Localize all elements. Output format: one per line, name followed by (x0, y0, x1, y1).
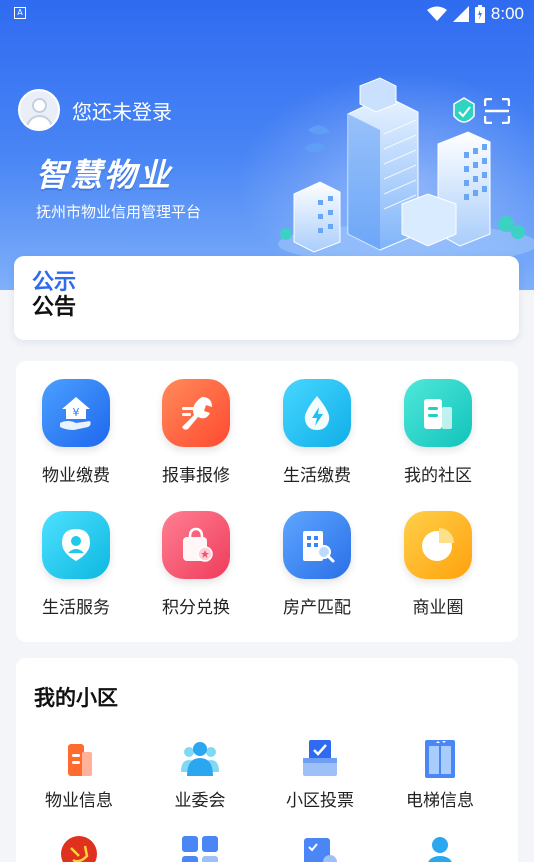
community-item-committee[interactable]: 业委会 (140, 738, 260, 811)
avatar-icon[interactable] (18, 89, 60, 131)
header-banner: A 8:00 您还未登录 智慧物业 抚州市物业信用管理平台 (0, 0, 534, 290)
service-label: 我的社区 (404, 466, 472, 486)
login-entry[interactable]: 您还未登录 (18, 89, 172, 131)
elevator-icon[interactable] (419, 738, 461, 780)
community-item-vote[interactable]: 小区投票 (260, 738, 380, 811)
notice-label-line1: 公示 (32, 270, 77, 295)
community-item-label: 物业信息 (45, 791, 113, 811)
city-buildings-illustration (278, 77, 534, 260)
community-item-label: 小区投票 (286, 791, 354, 811)
person-icon[interactable] (420, 834, 460, 862)
service-label: 房产匹配 (283, 598, 351, 618)
battery-icon (474, 5, 485, 23)
notice-bar[interactable]: 公示 公告 (14, 256, 519, 340)
life-service-icon[interactable] (42, 511, 110, 579)
checklist-icon[interactable] (300, 834, 340, 862)
service-label: 商业圈 (412, 598, 464, 618)
vote-box-icon[interactable] (299, 738, 341, 780)
section-title: 我的小区 (34, 686, 118, 710)
service-life-payment[interactable]: 生活缴费 (257, 379, 377, 486)
svg-text:¥: ¥ (73, 406, 80, 419)
points-bag-icon[interactable] (162, 511, 230, 579)
service-label: 生活缴费 (283, 466, 351, 486)
service-repair[interactable]: 报事报修 (136, 379, 256, 486)
login-status-text[interactable]: 您还未登录 (72, 96, 172, 125)
signal-icon (452, 6, 469, 22)
estate-search-icon[interactable] (283, 511, 351, 579)
service-life-service[interactable]: 生活服务 (16, 511, 136, 618)
service-business-circle[interactable]: 商业圈 (378, 511, 498, 618)
services-grid: ¥ 物业缴费 报事报修 生活缴费 我的社区 生活服务 积分兑换 房产匹配 商业圈 (16, 361, 518, 642)
community-item-label: 业委会 (174, 791, 226, 811)
property-info-icon[interactable] (58, 738, 100, 780)
service-label: 物业缴费 (42, 466, 110, 486)
wifi-icon (426, 6, 447, 21)
community-item-property-info[interactable]: 物业信息 (19, 738, 139, 811)
service-label: 生活服务 (42, 598, 110, 618)
notice-label-line2: 公告 (32, 295, 77, 320)
status-time: 8:00 (490, 4, 524, 23)
brand-subtitle: 抚州市物业信用管理平台 (36, 203, 202, 221)
status-indicator: A (14, 7, 26, 19)
service-estate-match[interactable]: 房产匹配 (257, 511, 377, 618)
community-item-label: 电梯信息 (406, 791, 474, 811)
apps-grid-icon[interactable] (180, 834, 220, 862)
service-property-fee[interactable]: ¥ 物业缴费 (16, 379, 136, 486)
community-item-checklist[interactable] (260, 834, 380, 862)
community-item-person[interactable] (380, 834, 500, 862)
status-bar: A 8:00 (0, 0, 534, 28)
community-item-grid[interactable] (140, 834, 260, 862)
water-drop-icon[interactable] (283, 379, 351, 447)
community-item-party[interactable] (19, 834, 139, 862)
property-fee-icon[interactable]: ¥ (42, 379, 110, 447)
repair-wrench-icon[interactable] (162, 379, 230, 447)
service-label: 积分兑换 (162, 598, 230, 618)
community-item-elevator[interactable]: 电梯信息 (380, 738, 500, 811)
service-label: 报事报修 (162, 466, 230, 486)
community-building-icon[interactable] (404, 379, 472, 447)
service-points-exchange[interactable]: 积分兑换 (136, 511, 256, 618)
service-my-community[interactable]: 我的社区 (378, 379, 498, 486)
committee-people-icon[interactable] (179, 738, 221, 780)
party-emblem-icon[interactable] (59, 834, 99, 862)
my-community-section: 我的小区 物业信息 业委会 小区投票 电梯信息 (16, 658, 518, 862)
brand-title: 智慧物业 (36, 156, 173, 194)
pie-chart-icon[interactable] (404, 511, 472, 579)
notice-label: 公示 公告 (32, 270, 76, 320)
